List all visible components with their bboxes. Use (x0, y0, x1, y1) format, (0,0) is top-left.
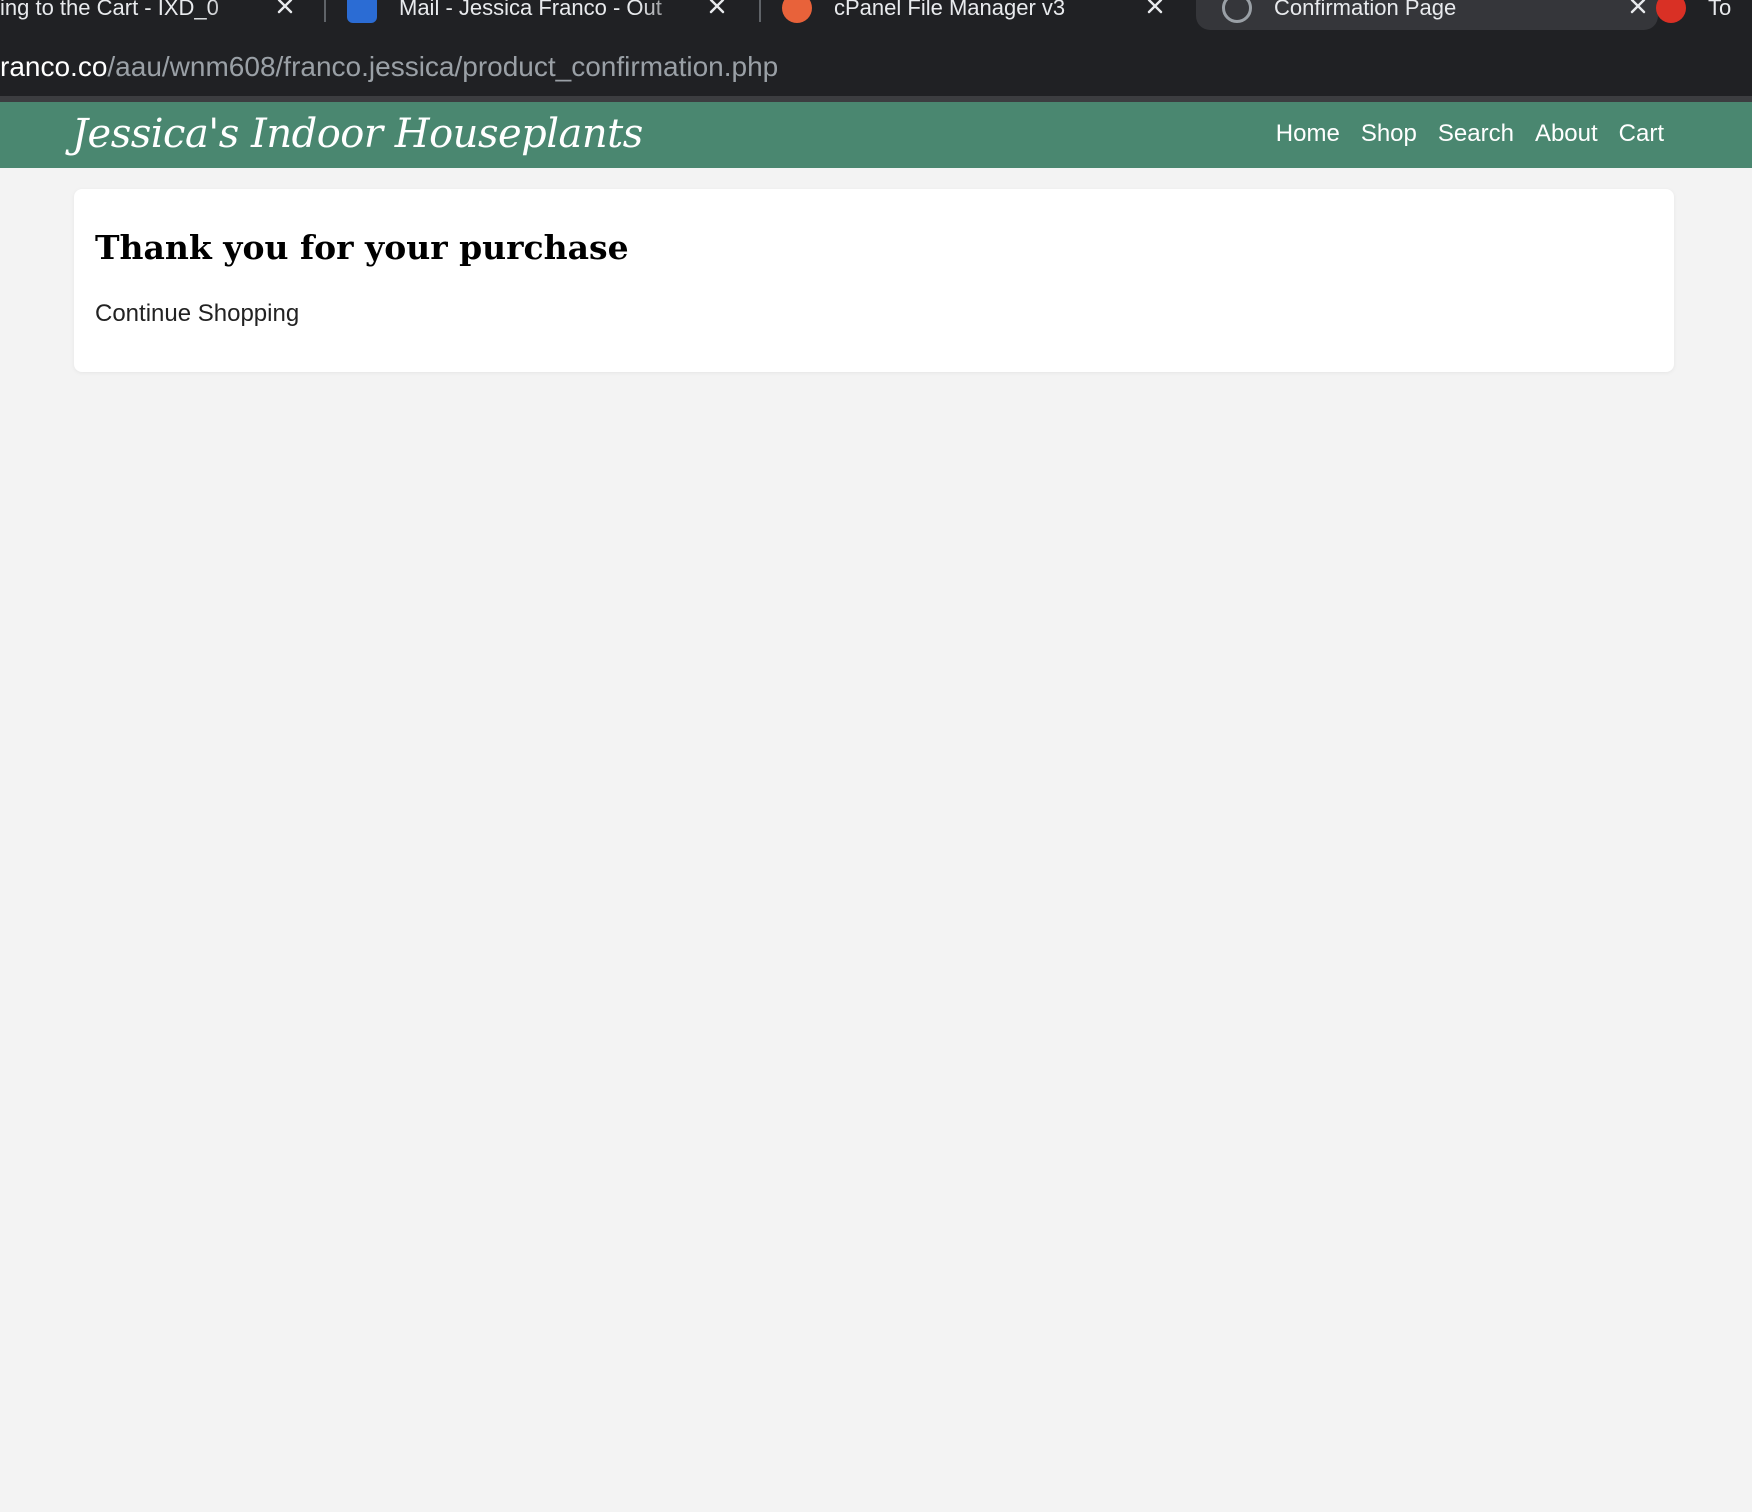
main-nav: Home Shop Search About Cart (1255, 118, 1664, 150)
url-host: ranco.co (0, 51, 108, 82)
tab-title: Mail - Jessica Franco - Out (399, 0, 662, 20)
cpanel-icon (782, 0, 812, 23)
close-icon[interactable] (705, 0, 729, 18)
continue-shopping-link[interactable]: Continue Shopping (95, 299, 299, 329)
close-icon[interactable] (1143, 0, 1167, 18)
confirmation-card: Thank you for your purchase Continue Sho… (74, 189, 1674, 372)
page-title: Thank you for your purchase (95, 228, 629, 267)
tab-separator (759, 0, 761, 22)
url-field[interactable]: ranco.co/aau/wnm608/franco.jessica/produ… (0, 48, 778, 86)
nav-cart[interactable]: Cart (1619, 118, 1664, 150)
nav-home[interactable]: Home (1276, 118, 1340, 150)
browser-tabstrip: ing to the Cart - IXD_0 Mail - Jessica F… (0, 0, 1752, 38)
site-brand-logo[interactable]: Jessica's Indoor Houseplants (72, 108, 643, 160)
browser-tab[interactable]: ing to the Cart - IXD_0 (0, 0, 305, 30)
tab-title: Confirmation Page (1274, 0, 1457, 20)
tab-separator (324, 0, 326, 22)
url-path: /aau/wnm608/franco.jessica/product_confi… (107, 51, 779, 82)
site-header: Jessica's Indoor Houseplants Home Shop S… (0, 102, 1752, 168)
nav-shop[interactable]: Shop (1361, 118, 1417, 150)
tab-title: ing to the Cart - IXD_0 (0, 0, 219, 20)
outlook-mail-icon (347, 0, 377, 23)
globe-icon (1222, 0, 1252, 23)
close-icon[interactable] (273, 0, 297, 18)
browser-tab[interactable]: To (1634, 0, 1752, 30)
browser-tab-active[interactable]: Confirmation Page (1196, 0, 1658, 30)
nav-about[interactable]: About (1535, 118, 1598, 150)
tab-title: cPanel File Manager v3 (834, 0, 1066, 20)
browser-tab[interactable]: Mail - Jessica Franco - Out (347, 0, 737, 30)
browser-tab[interactable]: cPanel File Manager v3 (782, 0, 1175, 30)
nav-search[interactable]: Search (1438, 118, 1514, 150)
tab-title: To (1708, 0, 1732, 20)
red-app-icon (1656, 0, 1686, 23)
address-bar[interactable]: ranco.co/aau/wnm608/franco.jessica/produ… (0, 38, 1752, 96)
